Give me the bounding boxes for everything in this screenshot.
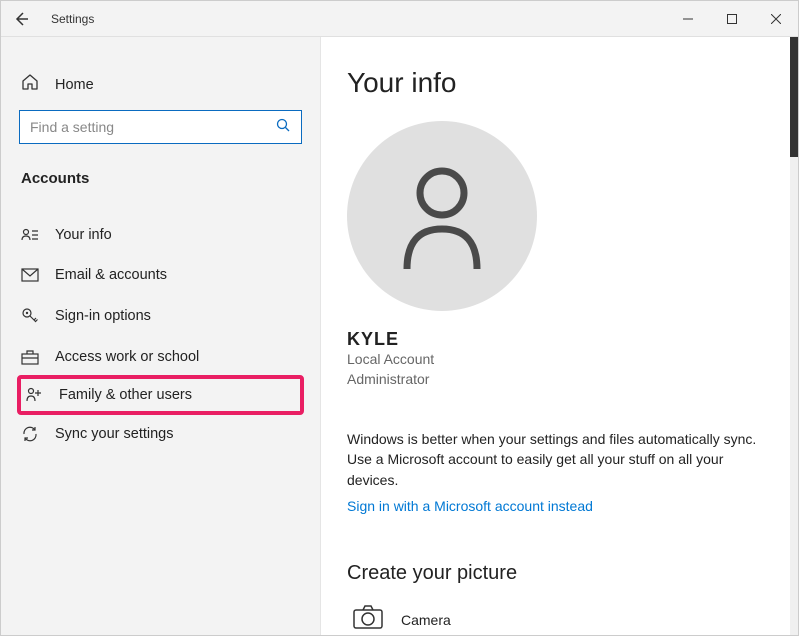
maximize-button[interactable] bbox=[710, 1, 754, 37]
arrow-left-icon bbox=[13, 11, 29, 27]
sidebar-item-label: Access work or school bbox=[55, 349, 199, 365]
titlebar: Settings bbox=[1, 1, 798, 37]
camera-icon bbox=[353, 605, 383, 634]
window-controls bbox=[666, 1, 798, 37]
back-button[interactable] bbox=[1, 1, 41, 37]
section-header: Accounts bbox=[13, 166, 308, 197]
sidebar-item-label: Email & accounts bbox=[55, 267, 167, 283]
search-icon bbox=[276, 118, 291, 136]
sidebar-item-sync[interactable]: Sync your settings bbox=[13, 413, 308, 455]
camera-label: Camera bbox=[401, 612, 451, 628]
sync-icon bbox=[21, 425, 39, 443]
page-title: Your info bbox=[347, 67, 772, 99]
key-icon bbox=[21, 307, 39, 325]
sidebar-item-label: Sync your settings bbox=[55, 426, 173, 442]
user-account-type: Local Account bbox=[347, 350, 772, 370]
close-button[interactable] bbox=[754, 1, 798, 37]
home-nav[interactable]: Home bbox=[13, 67, 308, 110]
sidebar-item-label: Your info bbox=[55, 227, 112, 243]
scrollbar-thumb[interactable] bbox=[790, 37, 798, 157]
signin-microsoft-link[interactable]: Sign in with a Microsoft account instead bbox=[347, 498, 593, 514]
user-name: KYLE bbox=[347, 329, 772, 350]
your-info-icon bbox=[21, 228, 39, 242]
window-title: Settings bbox=[41, 12, 666, 26]
family-icon bbox=[25, 387, 43, 403]
sidebar: Home Accounts Your info Email & accounts bbox=[1, 37, 321, 635]
person-icon bbox=[392, 161, 492, 271]
info-text-1: Windows is better when your settings and… bbox=[347, 429, 772, 449]
sidebar-item-label: Family & other users bbox=[59, 387, 192, 403]
sidebar-item-work-school[interactable]: Access work or school bbox=[13, 337, 308, 377]
user-role: Administrator bbox=[347, 370, 772, 390]
briefcase-icon bbox=[21, 349, 39, 365]
home-label: Home bbox=[55, 77, 94, 93]
sidebar-item-your-info[interactable]: Your info bbox=[13, 215, 308, 255]
search-box[interactable] bbox=[19, 110, 302, 144]
sidebar-item-label: Sign-in options bbox=[55, 308, 151, 324]
create-picture-heading: Create your picture bbox=[347, 562, 772, 585]
info-text-2: Use a Microsoft account to easily get al… bbox=[347, 449, 772, 490]
email-icon bbox=[21, 268, 39, 282]
main-content: Your info KYLE Local Account Administrat… bbox=[321, 37, 798, 635]
scrollbar[interactable] bbox=[790, 37, 798, 635]
user-block: KYLE Local Account Administrator bbox=[347, 329, 772, 389]
avatar bbox=[347, 121, 537, 311]
sidebar-item-email[interactable]: Email & accounts bbox=[13, 255, 308, 295]
minimize-button[interactable] bbox=[666, 1, 710, 37]
camera-option[interactable]: Camera bbox=[347, 605, 772, 634]
sidebar-item-family[interactable]: Family & other users bbox=[17, 375, 304, 415]
search-input[interactable] bbox=[30, 119, 276, 135]
home-icon bbox=[21, 73, 39, 96]
sidebar-item-signin[interactable]: Sign-in options bbox=[13, 295, 308, 337]
